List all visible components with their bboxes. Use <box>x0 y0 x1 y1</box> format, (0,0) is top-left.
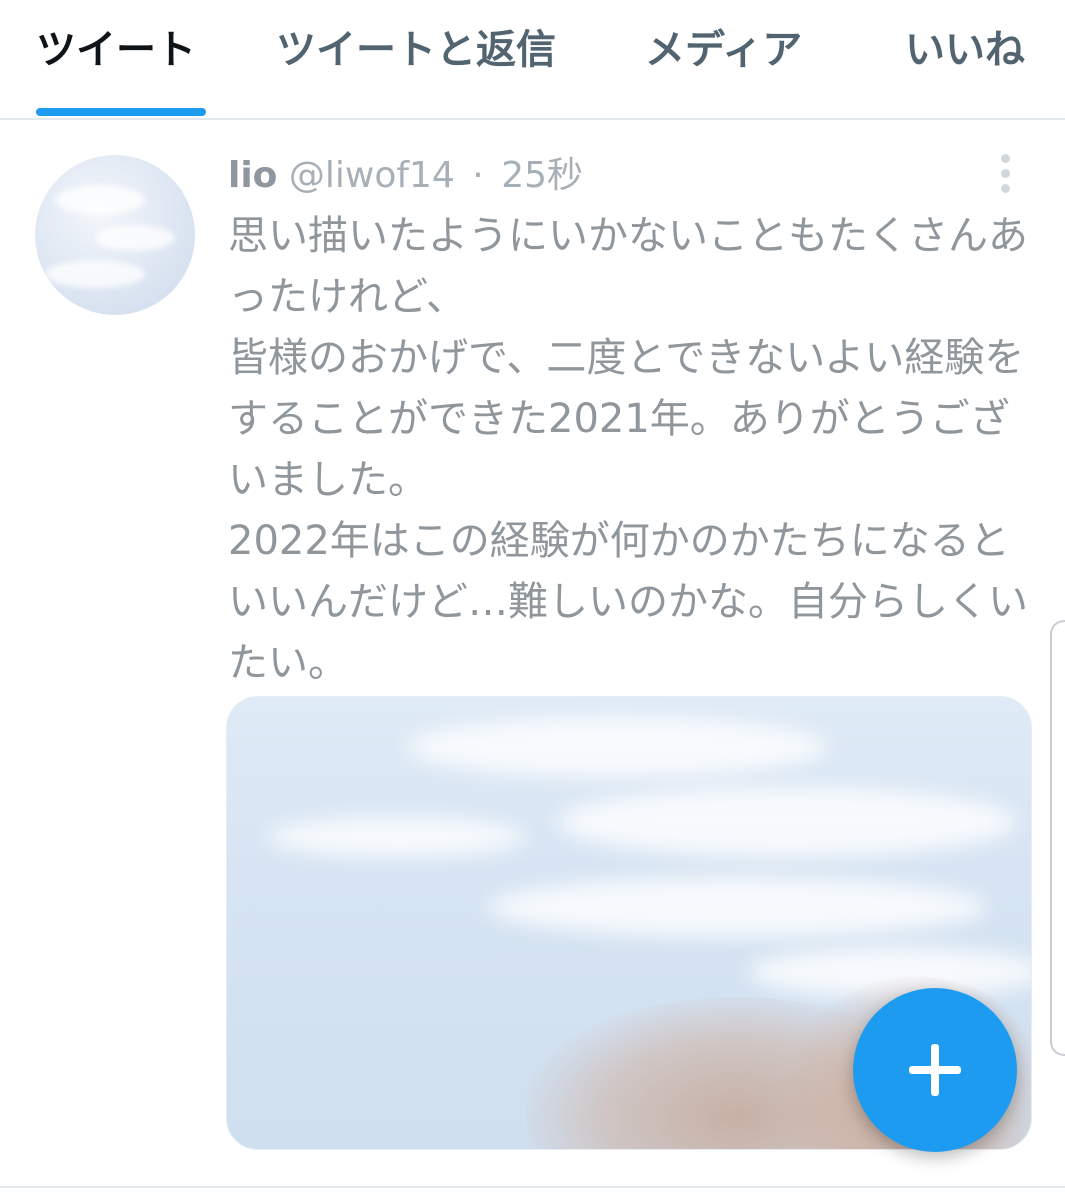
cloud-wisp <box>557 787 1017 857</box>
tweet-text: 思い描いたようにいかないこともたくさんあったけれど、 皆様のおかげで、二度とでき… <box>228 213 1028 686</box>
cloud-wisp <box>407 717 827 777</box>
profile-tabs: ツイート ツイートと返信 メディア いいね <box>0 0 1065 120</box>
timestamp[interactable]: 25秒 <box>501 155 583 196</box>
handle[interactable]: @liwof14 <box>289 155 455 196</box>
tab-tweets[interactable]: ツイート <box>36 22 196 78</box>
plus-icon <box>931 1044 939 1096</box>
avatar-cloud <box>45 260 145 288</box>
cloud-wisp <box>487 877 987 937</box>
active-tab-indicator <box>36 108 206 116</box>
more-options-icon[interactable] <box>990 152 1020 196</box>
edge-panel-handle[interactable] <box>1050 620 1065 1056</box>
dot <box>1001 184 1010 193</box>
avatar[interactable] <box>35 155 195 315</box>
compose-tweet-button[interactable] <box>853 988 1017 1152</box>
avatar-cloud <box>55 185 145 215</box>
tweet-header: lio @liwof14 · 25秒 <box>228 150 583 202</box>
tab-tweets-and-replies[interactable]: ツイートと返信 <box>276 22 556 78</box>
divider <box>0 1186 1065 1188</box>
display-name[interactable]: lio <box>228 155 277 196</box>
separator: · <box>472 155 484 196</box>
tab-likes[interactable]: いいね <box>905 22 1025 78</box>
cloud-wisp <box>267 817 527 857</box>
tab-media[interactable]: メディア <box>645 22 802 78</box>
dot <box>1001 154 1010 163</box>
dot <box>1001 169 1010 178</box>
avatar-cloud <box>95 225 175 251</box>
profile-tweets-screen: ツイート ツイートと返信 メディア いいね lio @liwof14 · 25秒… <box>0 0 1065 1200</box>
